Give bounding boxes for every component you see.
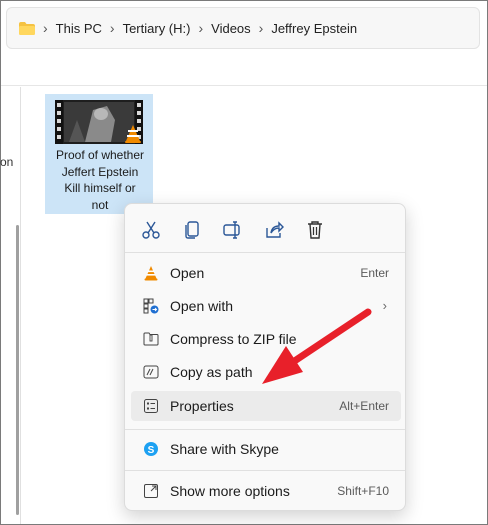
menu-item-shortcut: Shift+F10 — [337, 484, 389, 498]
menu-divider — [125, 470, 405, 471]
delete-icon — [308, 221, 322, 239]
zip-icon — [143, 331, 159, 347]
share-icon — [266, 221, 284, 238]
copy-path-icon — [143, 364, 159, 380]
chevron-right-icon: › — [198, 20, 204, 36]
menu-item-open-with[interactable]: Open with › — [131, 291, 401, 321]
menu-item-copy-as-path[interactable]: Copy as path — [131, 357, 401, 387]
delete-button[interactable] — [303, 218, 327, 242]
copy-icon — [185, 221, 199, 239]
svg-text:S: S — [148, 445, 155, 456]
copy-button[interactable] — [180, 218, 204, 242]
toolbar-area — [1, 50, 487, 86]
chevron-right-icon: › — [109, 20, 115, 36]
menu-item-label: Open — [170, 265, 205, 281]
more-options-icon — [143, 483, 159, 499]
menu-item-shortcut: Alt+Enter — [339, 399, 389, 413]
chevron-right-icon: › — [258, 20, 264, 36]
menu-item-label: Show more options — [170, 483, 290, 499]
cut-icon — [142, 221, 160, 239]
menu-divider — [125, 429, 405, 430]
skype-icon: S — [143, 441, 159, 457]
file-item[interactable]: Proof of whether Jeffert Epstein Kill hi… — [45, 94, 153, 214]
quick-actions-bar — [125, 204, 405, 252]
breadcrumb-videos[interactable]: Videos — [211, 21, 251, 36]
open-with-icon — [143, 298, 159, 314]
chevron-right-icon: › — [382, 298, 387, 313]
vlc-icon — [143, 265, 159, 281]
vlc-badge-icon — [125, 125, 141, 143]
breadcrumb-tertiary-drive[interactable]: Tertiary (H:) — [123, 21, 191, 36]
menu-divider — [125, 252, 405, 253]
nav-pane-partial-label[interactable]: on — [0, 155, 13, 169]
address-bar[interactable]: › This PC › Tertiary (H:) › Videos › Jef… — [6, 7, 480, 49]
menu-item-label: Share with Skype — [170, 441, 279, 457]
menu-item-label: Copy as path — [170, 364, 253, 380]
properties-icon — [143, 398, 159, 414]
menu-item-show-more-options[interactable]: Show more options Shift+F10 — [131, 476, 401, 506]
context-menu: Open Enter Open with › Compress to ZIP f… — [124, 203, 406, 511]
rename-button[interactable] — [221, 218, 245, 242]
file-name-line: Kill himself or — [64, 181, 136, 195]
share-button[interactable] — [262, 218, 286, 242]
menu-item-properties[interactable]: Properties Alt+Enter — [131, 391, 401, 421]
menu-item-open[interactable]: Open Enter — [131, 258, 401, 288]
cut-button[interactable] — [139, 218, 163, 242]
folder-icon — [19, 21, 35, 35]
video-thumbnail — [55, 100, 143, 144]
menu-item-label: Compress to ZIP file — [170, 331, 297, 347]
menu-item-shortcut: Enter — [360, 266, 389, 280]
rename-icon — [223, 221, 240, 239]
menu-item-label: Open with — [170, 298, 234, 314]
menu-item-compress-zip[interactable]: Compress to ZIP file — [131, 324, 401, 354]
menu-item-share-skype[interactable]: S Share with Skype — [131, 434, 401, 464]
nav-pane-scrollbar[interactable] — [16, 225, 19, 515]
breadcrumb-this-pc[interactable]: This PC — [56, 21, 102, 36]
chevron-right-icon: › — [43, 20, 48, 36]
menu-item-label: Properties — [170, 398, 234, 414]
breadcrumb-current-folder[interactable]: Jeffrey Epstein — [271, 21, 357, 36]
file-name-line: Proof of whether — [55, 148, 145, 162]
file-name-line: Jeffert Epstein — [61, 164, 139, 179]
